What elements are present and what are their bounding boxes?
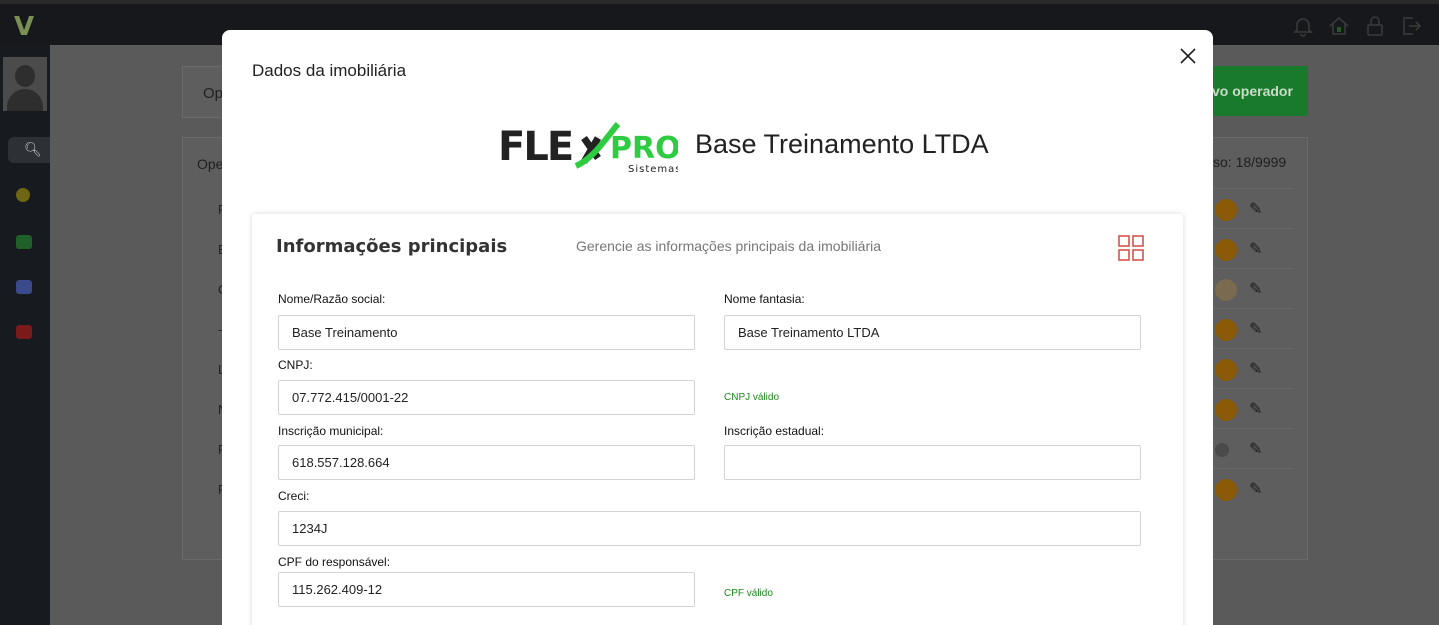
search-icon[interactable]: 🔍︎ (8, 137, 50, 163)
avatar[interactable] (3, 57, 47, 111)
cnpj-input[interactable]: 07.772.415/0001-22 (278, 380, 695, 415)
cpf-responsavel-input[interactable]: 115.262.409-12 (278, 572, 695, 607)
status-toggle[interactable] (1215, 319, 1237, 341)
row-actions: ✎ (1213, 308, 1293, 348)
dashboard-icon[interactable] (16, 188, 30, 202)
edit-icon[interactable]: ✎ (1249, 239, 1262, 259)
inscricao-estadual-input[interactable] (724, 445, 1141, 480)
row-actions: ✎ (1213, 428, 1293, 468)
creci-label: Creci: (278, 489, 310, 503)
row-actions: ✎ (1213, 228, 1293, 268)
edit-icon[interactable]: ✎ (1249, 279, 1262, 299)
nome-fantasia-input[interactable]: Base Treinamento LTDA (724, 315, 1141, 350)
main-info-panel: Informações principais Gerencie as infor… (252, 214, 1183, 625)
svg-text:PRO: PRO (610, 131, 678, 166)
buildings-icon[interactable] (16, 235, 32, 249)
edit-icon[interactable]: ✎ (1249, 199, 1262, 219)
cpf-status: CPF válido (724, 588, 773, 599)
row-actions: ✎ (1213, 268, 1293, 308)
bell-icon[interactable] (1291, 14, 1313, 38)
app-logo[interactable]: V (14, 12, 34, 42)
status-toggle[interactable] (1215, 279, 1237, 301)
svg-text:Sistemas: Sistemas (628, 164, 678, 174)
row-actions: ✎ (1213, 388, 1293, 428)
modal-title: Dados da imobiliária (252, 61, 407, 80)
status-toggle[interactable] (1215, 399, 1237, 421)
edit-icon[interactable]: ✎ (1249, 479, 1262, 499)
company-data-modal: Dados da imobiliária FLE PRO Sistemas Ba… (222, 30, 1213, 625)
lock-icon[interactable] (1363, 14, 1385, 38)
status-toggle[interactable] (1215, 443, 1229, 457)
users-icon[interactable] (16, 280, 32, 294)
settings-icon[interactable] (16, 325, 32, 339)
home-icon[interactable] (1327, 14, 1349, 38)
flexpro-logo: FLE PRO Sistemas (498, 118, 681, 175)
status-toggle[interactable] (1215, 239, 1237, 261)
section-subtitle: Gerencie as informações principais da im… (576, 238, 882, 254)
background-table-header: Ope (197, 156, 224, 172)
cpf-responsavel-label: CPF do responsável: (278, 555, 391, 569)
inscricao-municipal-label: Inscrição municipal: (278, 424, 384, 438)
top-icons (1291, 14, 1422, 38)
section-title: Informações principais (276, 236, 508, 257)
edit-icon[interactable]: ✎ (1249, 439, 1262, 459)
status-toggle[interactable] (1215, 479, 1237, 501)
row-actions: ✎ (1213, 188, 1293, 228)
grid-icon[interactable] (1118, 235, 1144, 261)
company-name: Base Treinamento LTDA (695, 129, 989, 159)
edit-icon[interactable]: ✎ (1249, 319, 1262, 339)
nome-fantasia-label: Nome fantasia: (724, 292, 805, 306)
row-actions: ✎ (1213, 348, 1293, 388)
svg-text:FLE: FLE (498, 124, 572, 170)
cnpj-label: CNPJ: (278, 358, 313, 372)
edit-icon[interactable]: ✎ (1249, 399, 1262, 419)
status-toggle[interactable] (1215, 359, 1237, 381)
razao-social-input[interactable]: Base Treinamento (278, 315, 695, 350)
logout-icon[interactable] (1399, 14, 1422, 38)
inscricao-municipal-input[interactable]: 618.557.128.664 (278, 445, 695, 480)
edit-icon[interactable]: ✎ (1249, 359, 1262, 379)
close-icon[interactable] (1176, 44, 1200, 68)
cnpj-status: CNPJ válido (724, 392, 780, 403)
inscricao-estadual-label: Inscrição estadual: (724, 424, 825, 438)
background-header-label: Op (203, 85, 224, 102)
row-actions: ✎ (1213, 468, 1293, 508)
usage-counter: so: 18/9999 (1213, 154, 1287, 170)
status-toggle[interactable] (1215, 199, 1237, 221)
sidebar: 🔍︎ (0, 45, 50, 625)
creci-input[interactable]: 1234J (278, 511, 1141, 546)
razao-social-label: Nome/Razão social: (278, 292, 386, 306)
